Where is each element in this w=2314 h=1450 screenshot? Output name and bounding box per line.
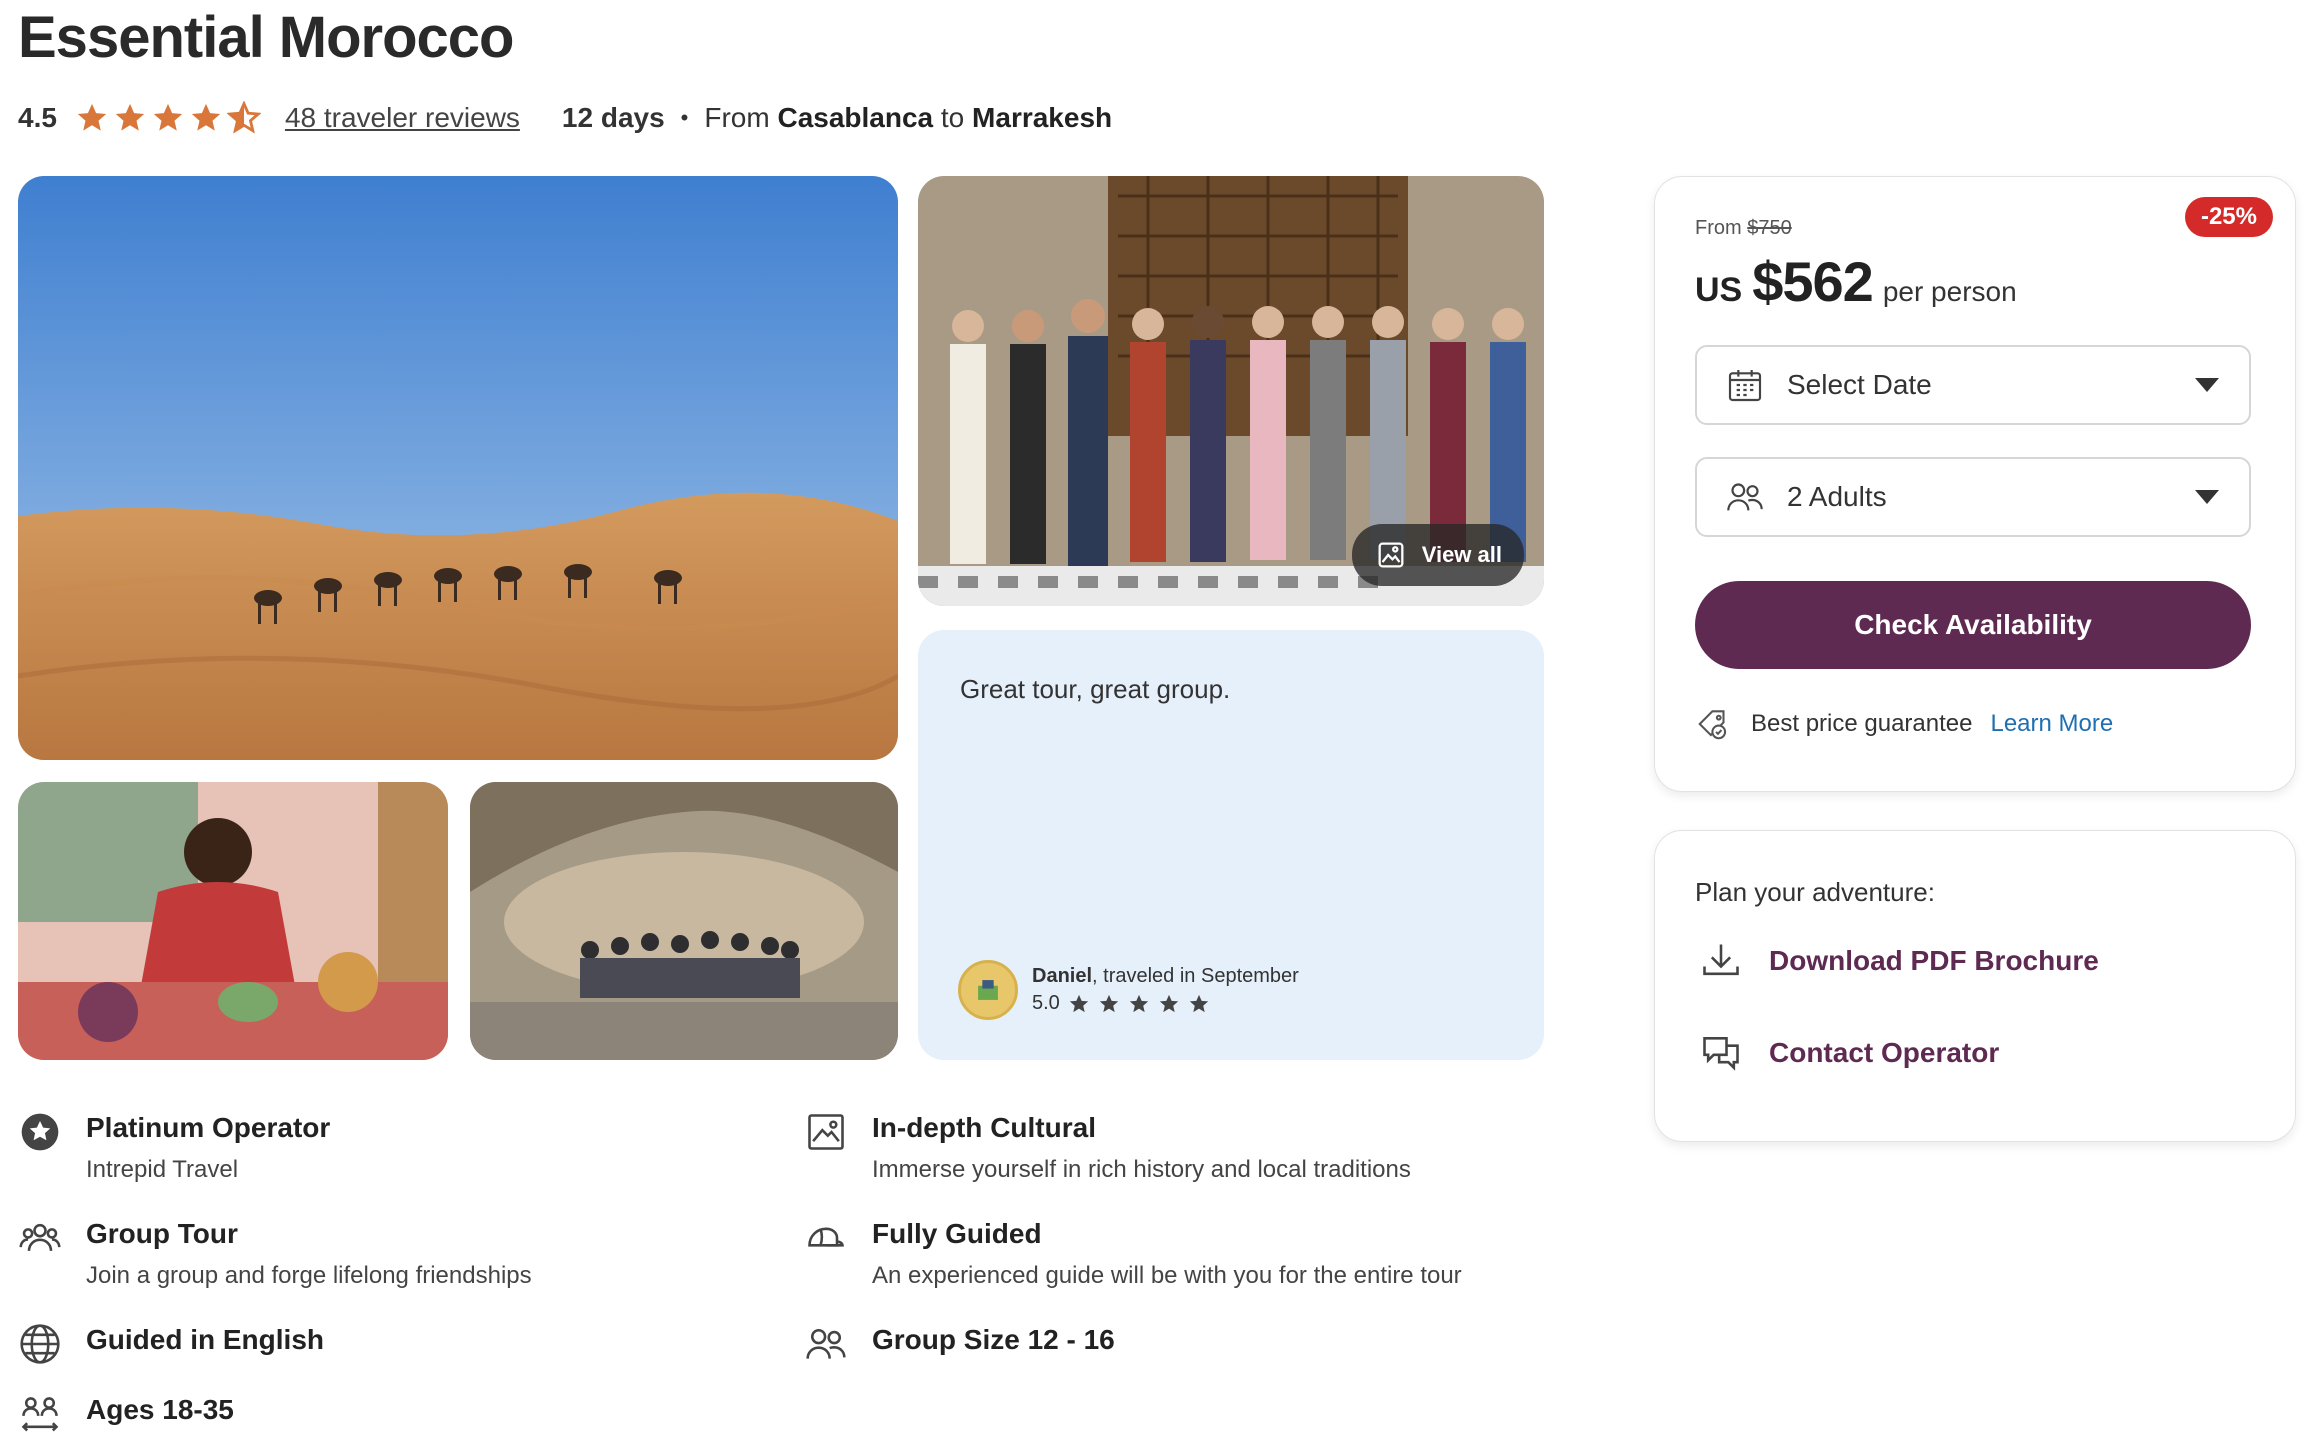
rating-value: 4.5 — [18, 102, 57, 133]
photo-tea-pouring[interactable] — [18, 782, 448, 1060]
reviewer-travel: , traveled in September — [1092, 965, 1299, 987]
feature-group-size: Group Size 12 - 16 — [804, 1322, 1115, 1366]
discount-badge: -25% — [2184, 197, 2273, 237]
duration: 12 days — [561, 102, 665, 133]
view-all-button[interactable]: View all — [1351, 524, 1524, 586]
reviewer-line: Daniel, traveled in September — [1032, 965, 1299, 988]
contact-operator-label: Contact Operator — [1769, 1037, 2000, 1068]
separator-dot: • — [680, 105, 689, 130]
plan-panel: Plan your adventure: Download PDF Brochu… — [1654, 830, 2296, 1142]
guarantee-text: Best price guarantee — [1751, 710, 1973, 737]
group-icon — [18, 1216, 62, 1260]
rating-stars — [75, 101, 261, 135]
half-star-icon — [226, 101, 261, 134]
download-icon — [1703, 944, 1739, 976]
review-score: 5.0 — [1032, 992, 1299, 1015]
reviewer-avatar — [958, 960, 1018, 1020]
review-score-value: 5.0 — [1032, 992, 1060, 1014]
photo-desert-camels[interactable] — [18, 176, 898, 760]
per-person: per person — [1882, 276, 2017, 307]
currency: US — [1695, 271, 1743, 309]
route-from-prefix: From — [704, 102, 770, 133]
star-icon — [153, 103, 183, 131]
route-to-prefix: to — [940, 102, 965, 133]
feature-desc: Immerse yourself in rich history and loc… — [872, 1156, 1411, 1183]
download-brochure-label: Download PDF Brochure — [1769, 945, 2099, 976]
feature-desc: An experienced guide will be with you fo… — [872, 1262, 1462, 1289]
date-select-label: Select Date — [1787, 369, 1932, 400]
price-line: US $562 per person — [1695, 249, 2017, 314]
star-icon — [77, 103, 107, 131]
star-icon — [1189, 994, 1208, 1012]
star-badge-icon — [18, 1110, 62, 1154]
star-icon — [1069, 994, 1088, 1012]
feature-name: Platinum Operator — [86, 1112, 331, 1143]
chat-icon — [1703, 1037, 1739, 1071]
star-icon — [1129, 994, 1148, 1012]
people-icon — [1725, 477, 1765, 517]
tour-features: Platinum Operator Intrepid Travel In-dept… — [18, 1110, 1558, 1450]
feature-desc: Join a group and forge lifelong friendsh… — [86, 1262, 532, 1289]
feature-platinum-operator: Platinum Operator Intrepid Travel — [18, 1110, 330, 1184]
reviewer-name: Daniel — [1032, 965, 1093, 987]
check-availability-button[interactable]: Check Availability — [1695, 581, 2251, 669]
page-title: Essential Morocco — [18, 5, 514, 70]
feature-fully-guided: Fully Guided An experienced guide will be… — [804, 1216, 1462, 1290]
plan-title: Plan your adventure: — [1695, 877, 1935, 907]
reviewer: Daniel, traveled in September 5.0 — [958, 960, 1299, 1020]
guide-cap-icon — [804, 1216, 848, 1260]
photo-rock-arch-group[interactable] — [470, 782, 898, 1060]
contact-operator-link[interactable]: Contact Operator — [1699, 1031, 1999, 1075]
globe-icon — [18, 1322, 62, 1366]
tour-meta: 4.5 48 traveler reviews 12 days • From C… — [18, 98, 1112, 138]
star-icon — [1099, 994, 1118, 1012]
calendar-icon — [1725, 365, 1765, 405]
route-from: Casablanca — [777, 102, 934, 133]
review-card: Great tour, great group. Daniel, travele… — [918, 630, 1544, 1060]
people-icon — [804, 1322, 848, 1366]
chevron-down-icon — [2195, 378, 2219, 392]
travelers-select-label: 2 Adults — [1787, 481, 1887, 512]
from-label: From — [1695, 217, 1742, 239]
feature-name: Guided in English — [86, 1324, 324, 1355]
date-select[interactable]: Select Date — [1695, 345, 2251, 425]
photo-group-doorway[interactable]: View all — [918, 176, 1544, 606]
feature-name: Group Size 12 - 16 — [872, 1324, 1115, 1355]
booking-panel: -25% From $750 US $562 per person Select… — [1654, 176, 2296, 792]
feature-guided-in-english: Guided in English — [18, 1322, 324, 1366]
price-tag-check-icon — [1698, 710, 1727, 740]
original-price-line: From $750 — [1695, 217, 1792, 240]
star-icon — [191, 103, 221, 131]
star-icon — [1159, 994, 1178, 1012]
feature-name: Fully Guided — [872, 1218, 1042, 1249]
gallery-icon — [1378, 542, 1404, 568]
download-brochure-link[interactable]: Download PDF Brochure — [1699, 939, 2099, 983]
travelers-select[interactable]: 2 Adults — [1695, 457, 2251, 537]
chevron-down-icon — [2195, 490, 2219, 504]
price: $562 — [1752, 250, 1874, 313]
route-to: Marrakesh — [972, 102, 1113, 133]
feature-in-depth-cultural: In-depth Cultural Immerse yourself in ric… — [804, 1110, 1411, 1184]
image-icon — [804, 1110, 848, 1154]
price-guarantee: Best price guarantee Learn More — [1695, 705, 2113, 743]
feature-ages: Ages 18-35 — [18, 1392, 234, 1436]
feature-name: In-depth Cultural — [872, 1112, 1096, 1143]
feature-name: Ages 18-35 — [86, 1394, 234, 1425]
feature-desc: Intrepid Travel — [86, 1156, 239, 1183]
feature-group-tour: Group Tour Join a group and forge lifelon… — [18, 1216, 532, 1290]
reviews-link[interactable]: 48 traveler reviews — [285, 102, 520, 134]
feature-name: Group Tour — [86, 1218, 238, 1249]
ages-icon — [18, 1392, 62, 1436]
original-price: $750 — [1747, 217, 1792, 239]
view-all-label: View all — [1421, 542, 1502, 567]
review-text: Great tour, great group. — [960, 674, 1231, 704]
learn-more-link[interactable]: Learn More — [1990, 710, 2113, 738]
star-icon — [115, 103, 145, 131]
